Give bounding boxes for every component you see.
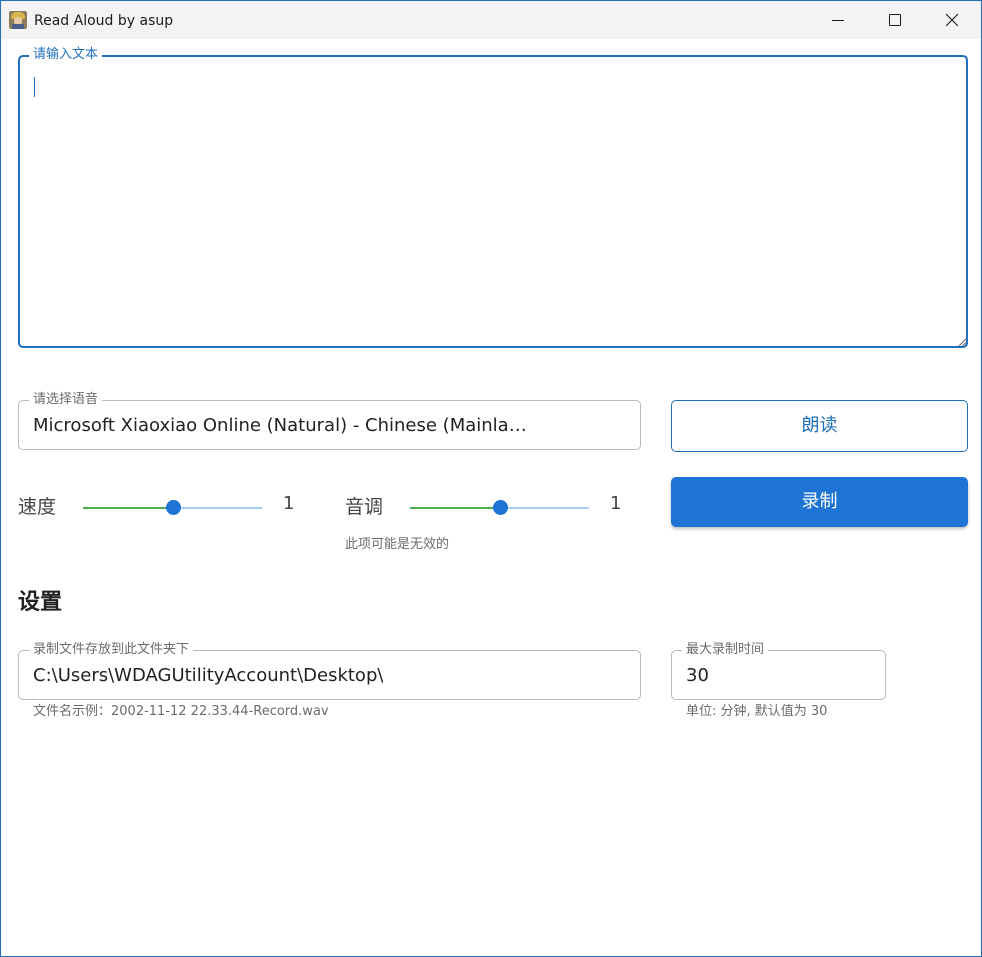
voice-select[interactable]: 请选择语音 Microsoft Xiaoxiao Online (Natural… [18, 392, 641, 450]
max-record-time-label: 最大录制时间 [682, 642, 769, 658]
max-record-time-helper: 单位: 分钟, 默认值为 30 [686, 704, 828, 719]
speed-value: 1 [283, 493, 295, 514]
filename-example: 文件名示例：2002-11-12 22.33.44-Record.wav [33, 704, 329, 719]
max-record-time-field[interactable]: 最大录制时间 30 [671, 642, 886, 700]
maximize-icon [889, 14, 901, 26]
pitch-slider-fill [410, 507, 500, 509]
record-folder-field[interactable]: 录制文件存放到此文件夹下 C:\Users\WDAGUtilityAccount… [18, 642, 641, 700]
minimize-icon [832, 20, 844, 21]
text-input-label: 请输入文本 [29, 47, 103, 63]
voice-select-label: 请选择语音 [29, 392, 103, 408]
pitch-note: 此项可能是无效的 [345, 537, 450, 552]
speed-slider-fill [83, 507, 173, 509]
settings-title: 设置 [18, 590, 63, 615]
speed-slider[interactable] [83, 500, 262, 515]
max-record-time-value: 30 [686, 665, 709, 686]
speed-slider-thumb[interactable] [165, 500, 181, 515]
app-window: Read Aloud by asup 请输入文本 请选择语音 Microsoft… [0, 0, 982, 957]
close-button[interactable] [924, 1, 981, 39]
close-icon [946, 14, 958, 26]
text-input-area[interactable]: 请输入文本 [18, 47, 968, 348]
window-title: Read Aloud by asup [34, 13, 174, 29]
minimize-button[interactable] [810, 1, 867, 39]
read-aloud-button[interactable]: 朗读 [671, 400, 968, 452]
pitch-label: 音调 [345, 496, 384, 518]
app-icon [9, 11, 27, 29]
pitch-slider-thumb[interactable] [492, 500, 508, 515]
record-folder-value: C:\Users\WDAGUtilityAccount\Desktop\ [33, 665, 384, 686]
text-caret [34, 77, 35, 97]
title-bar[interactable]: Read Aloud by asup [1, 1, 981, 39]
pitch-slider[interactable] [410, 500, 589, 515]
pitch-value: 1 [610, 493, 622, 514]
maximize-button[interactable] [867, 1, 924, 39]
voice-selected-value: Microsoft Xiaoxiao Online (Natural) - Ch… [33, 415, 533, 436]
resize-grip-icon[interactable] [958, 338, 966, 346]
record-folder-label: 录制文件存放到此文件夹下 [29, 642, 194, 658]
record-button[interactable]: 录制 [671, 477, 968, 527]
speed-label: 速度 [18, 496, 57, 518]
